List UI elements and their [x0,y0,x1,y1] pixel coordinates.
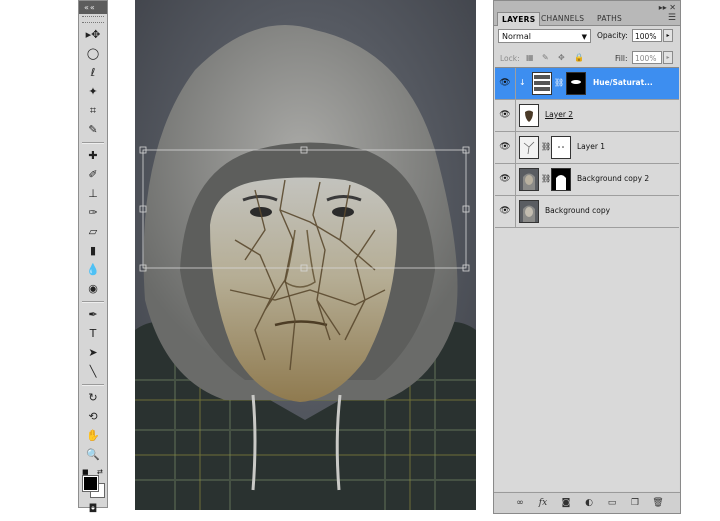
hand-tool-icon[interactable]: ✋ [82,427,104,445]
layers-bottom-toolbar: ∞ fx ◙ ◐ ▭ ❐ 🗑 [494,492,680,513]
opacity-slider-arrow-icon[interactable]: ▸ [663,29,673,42]
layer-row-background-copy-2[interactable]: 👁 ⛓ Background copy 2 [495,164,679,196]
lock-pixels-icon[interactable]: ✎ [542,53,552,63]
crop-tool-icon[interactable]: ⌗ [82,102,104,120]
link-chain-icon[interactable]: ⛓ [554,78,564,87]
zoom-tool-icon[interactable]: 🔍 [82,446,104,464]
panel-menu-icon[interactable]: ☰ [668,13,676,23]
new-group-icon[interactable]: ▭ [606,497,618,509]
link-chain-icon[interactable]: ⛓ [541,142,551,151]
opacity-label: Opacity: [597,31,628,40]
history-brush-icon[interactable]: ✑ [82,204,104,222]
fill-label: Fill: [615,54,628,63]
opacity-input[interactable]: 100% [632,29,662,42]
foreground-color-swatch[interactable] [82,475,99,492]
layer-row-layer-2[interactable]: 👁 Layer 2 [495,100,679,132]
magic-wand-icon[interactable]: ✦ [82,83,104,101]
blend-mode-select[interactable]: Normal ▼ [498,29,591,43]
move-tool-icon[interactable]: ▸✥ [82,26,104,44]
dodge-tool-icon[interactable]: ◉ [82,280,104,298]
layers-panel: ▸▸ ✕ LAYERS CHANNELS PATHS ☰ Normal ▼ Op… [493,0,681,514]
path-selection-icon[interactable]: ➤ [82,344,104,362]
3d-rotate-icon[interactable]: ↻ [82,389,104,407]
tool-separator [82,142,104,144]
clone-stamp-icon[interactable]: ⊥ [82,185,104,203]
add-mask-icon[interactable]: ◙ [560,497,572,509]
3d-orbit-icon[interactable]: ⟲ [82,408,104,426]
brush-tool-icon[interactable]: ✐ [82,166,104,184]
visibility-eye-icon[interactable]: 👁 [495,100,516,131]
link-layers-icon[interactable]: ∞ [514,497,526,509]
layer-row-hue-saturation[interactable]: 👁 ↓ ⛓ Hue/Saturat... [495,68,679,100]
layer-thumbnail [519,168,539,191]
tool-separator [82,301,104,303]
photo-artwork [135,0,476,510]
color-swatches: ■ ⇄ [79,468,107,498]
layer-name[interactable]: Hue/Saturat... [593,78,653,87]
collapse-chevron-icon[interactable]: «« [84,3,96,12]
lock-row: Lock: ▦ ✎ ✥ 🔒 Fill: 100% ▸ [498,51,676,67]
marquee-tool-icon[interactable]: ◯ [82,45,104,63]
delete-layer-icon[interactable]: 🗑 [652,497,664,509]
dropdown-arrow-icon: ▼ [581,33,587,41]
layer-name[interactable]: Background copy [545,206,610,215]
type-tool-icon[interactable]: T [82,325,104,343]
blend-row: Normal ▼ Opacity: 100% ▸ [498,29,676,45]
tab-paths[interactable]: PATHS [593,12,626,25]
quick-mask-icon[interactable]: ◘ [82,500,104,518]
layer-row-background-copy[interactable]: 👁 Background copy [495,196,679,228]
visibility-eye-icon[interactable]: 👁 [495,196,516,227]
tool-separator [82,384,104,386]
tools-panel: «« ▸✥ ◯ ℓ ✦ ⌗ ✎ ✚ ✐ ⊥ ✑ ▱ ▮ 💧 ◉ ✒ T ➤ ╲ ↻ ⟲ ✋ 🔍 ■ ⇄ ◘ [78,0,108,515]
line-tool-icon[interactable]: ╲ [82,363,104,381]
healing-brush-icon[interactable]: ✚ [82,147,104,165]
swap-colors-icon[interactable]: ⇄ [97,468,103,476]
layer-thumbnail [519,200,539,223]
adjustment-thumbnail [532,72,552,95]
fx-icon[interactable]: fx [537,497,549,509]
visibility-eye-icon[interactable]: 👁 [495,68,516,99]
pen-tool-icon[interactable]: ✒ [82,306,104,324]
adjustment-layer-icon[interactable]: ◐ [583,497,595,509]
eraser-tool-icon[interactable]: ▱ [82,223,104,241]
eyedropper-icon[interactable]: ✎ [82,121,104,139]
tool-list: ▸✥ ◯ ℓ ✦ ⌗ ✎ ✚ ✐ ⊥ ✑ ▱ ▮ 💧 ◉ ✒ T ➤ ╲ ↻ ⟲ ✋ 🔍 [79,26,107,464]
fill-input[interactable]: 100% [632,51,662,64]
new-layer-icon[interactable]: ❐ [629,497,641,509]
panel-tab-bar: ▸▸ ✕ LAYERS CHANNELS PATHS ☰ [494,1,680,26]
lock-all-icon[interactable]: 🔒 [574,53,584,63]
tab-channels[interactable]: CHANNELS [537,12,588,25]
layer-mask-thumbnail[interactable] [551,168,571,191]
fill-slider-arrow-icon[interactable]: ▸ [663,51,673,64]
lasso-tool-icon[interactable]: ℓ [82,64,104,82]
layers-list: 👁 ↓ ⛓ Hue/Saturat... 👁 Layer 2 👁 ⛓ Layer… [495,67,679,491]
layer-mask-thumbnail[interactable] [566,72,586,95]
clipping-arrow-icon: ↓ [519,78,526,87]
layer-row-layer-1[interactable]: 👁 ⛓ Layer 1 [495,132,679,164]
lock-transparency-icon[interactable]: ▦ [526,53,536,63]
default-colors-icon[interactable]: ■ [82,468,89,476]
lock-label: Lock: [500,54,520,63]
panel-collapse-icon[interactable]: ▸▸ ✕ [659,3,676,12]
visibility-eye-icon[interactable]: 👁 [495,164,516,195]
blend-mode-value: Normal [502,32,531,41]
layer-name[interactable]: Layer 2 [545,110,573,119]
layer-thumbnail [519,104,539,127]
layer-mask-thumbnail[interactable] [551,136,571,159]
tab-layers[interactable]: LAYERS [497,12,541,26]
layer-name[interactable]: Background copy 2 [577,174,649,183]
lock-position-icon[interactable]: ✥ [558,53,568,63]
visibility-eye-icon[interactable]: 👁 [495,132,516,163]
tools-panel-titlebar[interactable]: «« [79,1,107,14]
layer-name[interactable]: Layer 1 [577,142,605,151]
panel-grip[interactable] [82,16,104,23]
gradient-tool-icon[interactable]: ▮ [82,242,104,260]
layer-thumbnail [519,136,539,159]
blur-tool-icon[interactable]: 💧 [82,261,104,279]
link-chain-icon[interactable]: ⛓ [541,174,551,183]
document-canvas[interactable] [135,0,476,510]
